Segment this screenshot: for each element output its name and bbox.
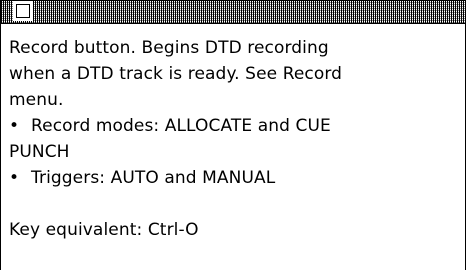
- description-line-2: when a DTD track is ready. See Record: [9, 64, 343, 84]
- bullet-text: Triggers: AUTO and MANUAL: [31, 168, 276, 188]
- bullet-symbol: •: [9, 116, 20, 136]
- title-bar[interactable]: [1, 1, 465, 24]
- key-equivalent-value: Ctrl-O: [147, 220, 199, 240]
- key-equivalent: Key equivalent: Ctrl-O: [9, 217, 449, 243]
- key-equivalent-label: Key equivalent:: [9, 220, 143, 240]
- bullet-symbol: •: [9, 168, 20, 188]
- bullet-record-modes: • Record modes: ALLOCATE and CUE: [9, 113, 449, 139]
- close-box-icon[interactable]: [13, 1, 33, 21]
- bullet-record-modes-continuation: PUNCH: [9, 142, 70, 162]
- bullet-triggers: • Triggers: AUTO and MANUAL: [9, 165, 449, 191]
- description-line-1: Record button. Begins DTD recording: [9, 38, 329, 58]
- description-line-3: menu.: [9, 90, 64, 110]
- help-window: Record button. Begins DTD recording when…: [0, 0, 466, 270]
- help-text: Record button. Begins DTD recording when…: [9, 35, 449, 243]
- bullet-text: Record modes: ALLOCATE and CUE: [31, 116, 331, 136]
